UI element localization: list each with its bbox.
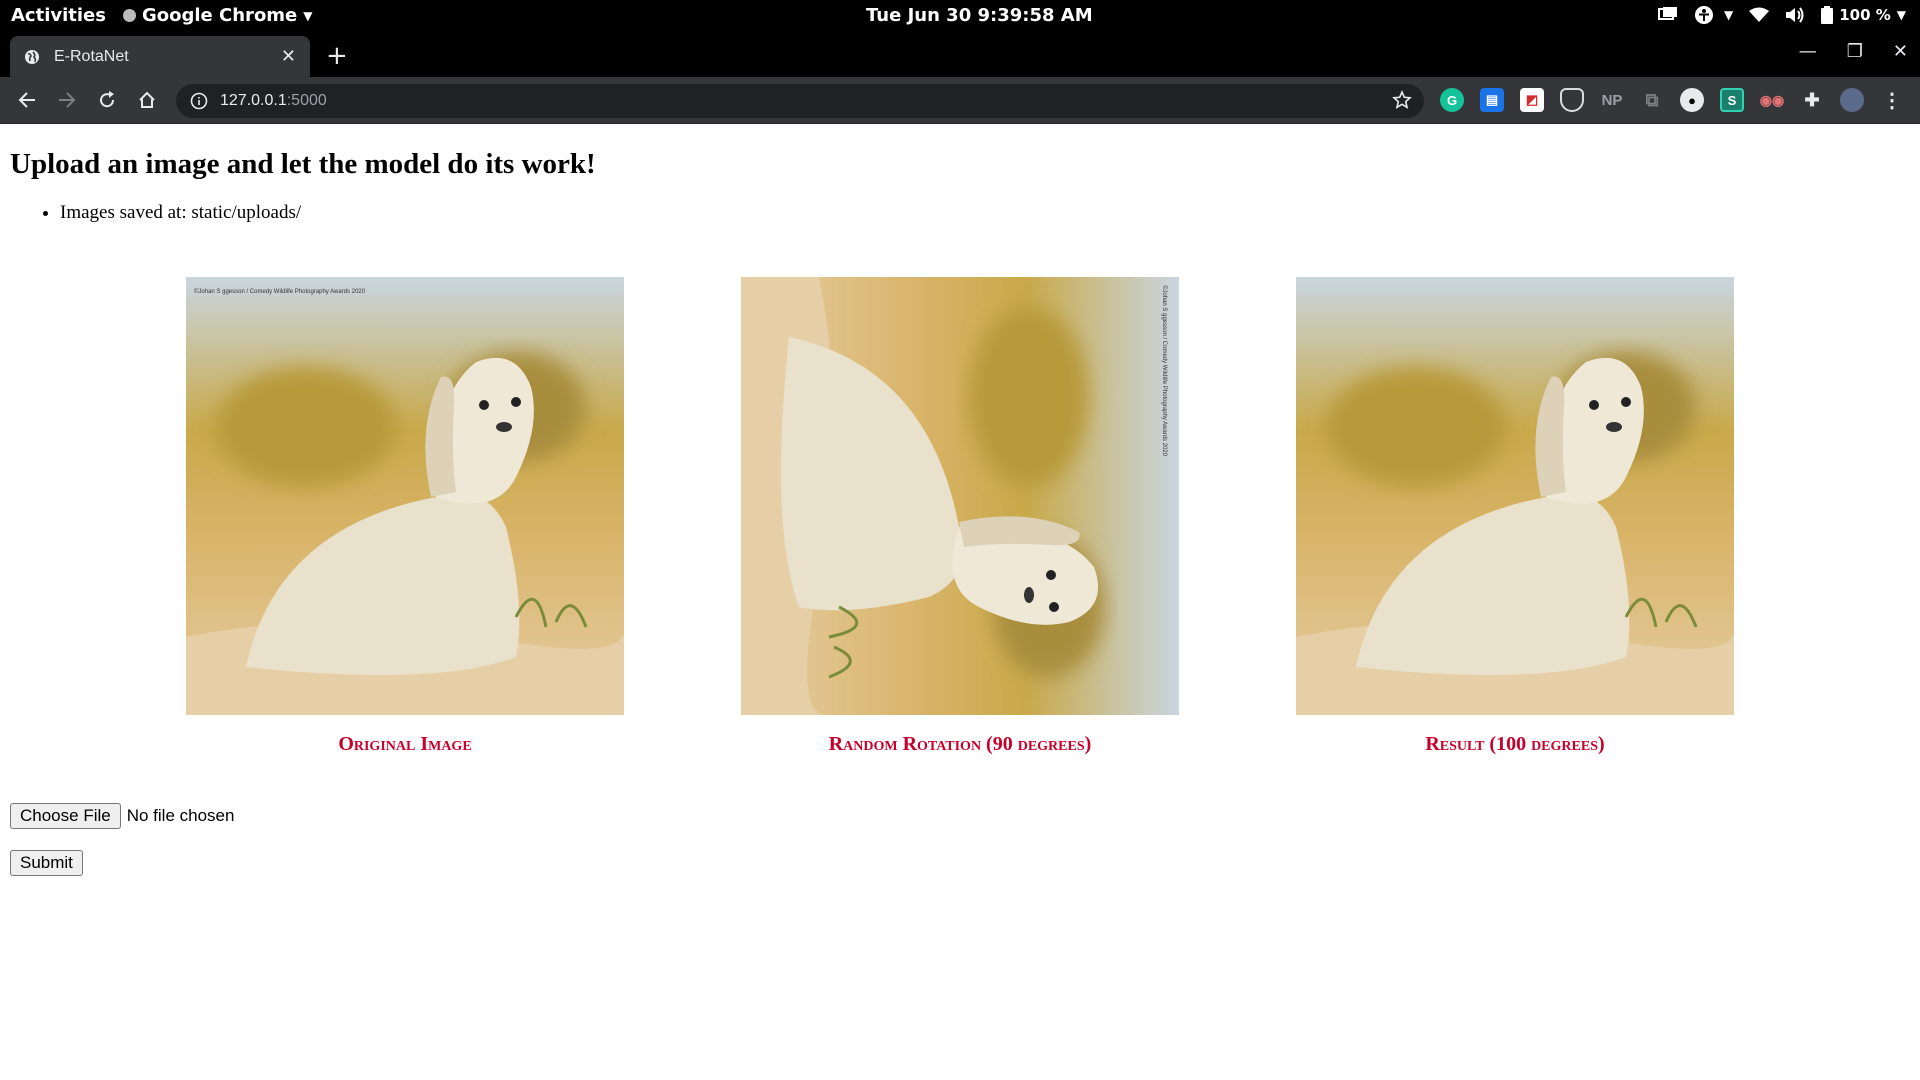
seal-photo bbox=[1296, 277, 1734, 715]
calendar-extension-icon[interactable]: ▤ bbox=[1480, 88, 1504, 112]
volume-icon[interactable] bbox=[1785, 6, 1805, 24]
forward-icon[interactable] bbox=[54, 87, 80, 113]
info-list: Images saved at: static/uploads/ bbox=[10, 202, 301, 224]
caption-result: Result (100 degrees) bbox=[1425, 733, 1605, 755]
restore-icon[interactable]: ❐ bbox=[1847, 41, 1863, 62]
rotated-image: ©Johan S ggesson / Comedy Wildlife Photo… bbox=[741, 277, 1179, 715]
back-icon[interactable] bbox=[14, 87, 40, 113]
extensions-area: G ▤ ◩ NP ⧉ ● S ◉◉ ✚ ⋮ bbox=[1440, 88, 1904, 112]
browser-tab-active[interactable]: E-RotaNet ✕ bbox=[10, 36, 310, 77]
copy-icon[interactable]: ⧉ bbox=[1640, 88, 1664, 112]
chevron-down-icon: ▼ bbox=[1723, 8, 1734, 22]
figure-result: Result (100 degrees) bbox=[1296, 277, 1734, 756]
system-tray[interactable]: ▼ 100 % ▼ bbox=[1657, 5, 1906, 25]
file-status: No file chosen bbox=[126, 806, 235, 825]
battery-icon[interactable]: 100 % ▼ bbox=[1821, 6, 1906, 24]
github-icon[interactable]: ● bbox=[1680, 88, 1704, 112]
close-tab-icon[interactable]: ✕ bbox=[281, 46, 296, 67]
owl-extension-icon[interactable]: ◉◉ bbox=[1760, 88, 1784, 112]
submit-row: Submit bbox=[10, 850, 83, 876]
home-icon[interactable] bbox=[134, 87, 160, 113]
photo-watermark: ©Johan S ggesson / Comedy Wildlife Photo… bbox=[1161, 285, 1168, 457]
np-extension-icon[interactable]: NP bbox=[1600, 88, 1624, 112]
app-menu[interactable]: Google Chrome ▼ bbox=[123, 5, 313, 26]
address-bar[interactable]: 127.0.0.1:5000 bbox=[176, 84, 1424, 118]
figure-rotated: ©Johan S ggesson / Comedy Wildlife Photo… bbox=[741, 277, 1179, 756]
more-menu-icon[interactable]: ⋮ bbox=[1880, 88, 1904, 112]
window-controls: — ❐ ✕ bbox=[1799, 41, 1908, 62]
app-menu-label: Google Chrome bbox=[142, 5, 298, 26]
tab-title: E-RotaNet bbox=[54, 47, 129, 65]
accessibility-icon[interactable]: ▼ bbox=[1694, 5, 1733, 25]
seal-photo: ©Johan S ggesson / Comedy Wildlife Photo… bbox=[186, 277, 624, 715]
grammarly-icon[interactable]: G bbox=[1440, 88, 1464, 112]
clock[interactable]: Tue Jun 30 9:39:58 AM bbox=[866, 5, 1093, 26]
globe-icon bbox=[25, 49, 39, 64]
activities-button[interactable]: Activities bbox=[11, 5, 106, 26]
puzzle-icon[interactable]: ✚ bbox=[1800, 88, 1824, 112]
url-port: :5000 bbox=[286, 92, 327, 109]
s-extension-icon[interactable]: S bbox=[1720, 88, 1744, 112]
result-image bbox=[1296, 277, 1734, 715]
close-window-icon[interactable]: ✕ bbox=[1893, 41, 1908, 62]
info-icon[interactable] bbox=[190, 92, 208, 110]
url-host: 127.0.0.1 bbox=[220, 92, 287, 109]
browser-toolbar: 127.0.0.1:5000 G ▤ ◩ NP ⧉ ● S ◉◉ ✚ ⋮ bbox=[0, 77, 1920, 124]
photo-watermark: ©Johan S ggesson / Comedy Wildlife Photo… bbox=[194, 288, 366, 295]
page-content: Upload an image and let the model do its… bbox=[0, 124, 1920, 1080]
upload-path-item: Images saved at: static/uploads/ bbox=[60, 202, 301, 224]
figure-original: ©Johan S ggesson / Comedy Wildlife Photo… bbox=[186, 277, 624, 756]
reload-icon[interactable] bbox=[94, 87, 120, 113]
page-title: Upload an image and let the model do its… bbox=[10, 148, 596, 180]
new-tab-icon[interactable]: + bbox=[326, 41, 348, 71]
choose-file-button[interactable]: Choose File bbox=[10, 803, 121, 829]
caption-original: Original Image bbox=[338, 733, 472, 755]
seal-photo: ©Johan S ggesson / Comedy Wildlife Photo… bbox=[741, 277, 1179, 715]
caption-rotated: Random Rotation (90 degrees) bbox=[828, 733, 1092, 755]
chrome-app-icon bbox=[123, 9, 136, 22]
shield-icon[interactable] bbox=[1560, 88, 1584, 112]
pdf-extension-icon[interactable]: ◩ bbox=[1520, 88, 1544, 112]
submit-button[interactable]: Submit bbox=[10, 850, 83, 876]
tab-strip: E-RotaNet ✕ + — ❐ ✕ bbox=[0, 33, 1920, 77]
bookmark-star-icon[interactable] bbox=[1392, 89, 1412, 115]
battery-percentage: 100 % bbox=[1839, 6, 1891, 24]
chevron-down-icon: ▼ bbox=[1896, 8, 1906, 22]
file-upload: Choose File No file chosen bbox=[10, 803, 234, 829]
chevron-down-icon: ▼ bbox=[303, 8, 313, 23]
system-top-bar: Activities Google Chrome ▼ Tue Jun 30 9:… bbox=[0, 0, 1920, 33]
wifi-icon[interactable] bbox=[1749, 7, 1770, 23]
profile-avatar[interactable] bbox=[1840, 88, 1864, 112]
minimize-icon[interactable]: — bbox=[1799, 41, 1817, 62]
original-image: ©Johan S ggesson / Comedy Wildlife Photo… bbox=[186, 277, 624, 715]
screen-share-icon[interactable] bbox=[1657, 6, 1678, 24]
